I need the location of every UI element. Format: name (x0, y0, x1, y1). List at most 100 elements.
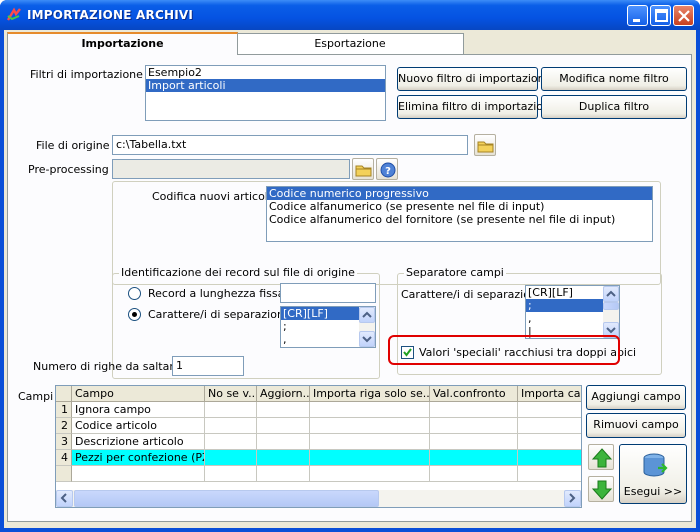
delete-filter-button[interactable]: Elimina filtro di importazione (397, 95, 557, 119)
browse-source-button[interactable] (474, 134, 496, 156)
list-item[interactable]: Esempio2 (146, 66, 385, 79)
tab-importazione[interactable]: Importazione (7, 32, 238, 55)
table-cell[interactable] (430, 434, 518, 450)
table-cell[interactable] (518, 418, 581, 434)
table-cell[interactable] (205, 450, 257, 466)
table-cell[interactable]: Codice articolo (72, 418, 205, 434)
vertical-scrollbar[interactable] (603, 286, 619, 338)
column-header[interactable]: No se v... (205, 386, 257, 402)
scroll-down-arrow[interactable] (359, 331, 375, 347)
scroll-thumb[interactable] (603, 302, 619, 310)
scroll-left-arrow[interactable] (56, 490, 73, 507)
separator-radio[interactable] (128, 308, 141, 321)
table-cell[interactable] (430, 450, 518, 466)
import-panel: Filtri di importazione : Esempio2 Import… (7, 54, 692, 522)
table-cell[interactable] (257, 418, 310, 434)
table-cell[interactable] (430, 402, 518, 418)
list-item[interactable]: Codice alfanumerico del fornitore (se pr… (267, 213, 652, 226)
table-cell[interactable] (205, 466, 257, 482)
title-bar[interactable]: IMPORTAZIONE ARCHIVI (0, 0, 700, 30)
list-item[interactable]: ; (526, 299, 603, 312)
table-cell[interactable] (310, 418, 430, 434)
app-icon (6, 7, 21, 21)
table-cell[interactable] (310, 434, 430, 450)
app-window: IMPORTAZIONE ARCHIVI Importazione Esport… (0, 0, 700, 532)
record-separator-list[interactable]: [CR][LF] ; , (280, 306, 376, 348)
column-header[interactable]: Importa ca (518, 386, 581, 402)
table-cell[interactable]: Descrizione articolo (72, 434, 205, 450)
table-cell[interactable] (310, 450, 430, 466)
list-item[interactable]: Codice alfanumerico (se presente nel fil… (267, 200, 652, 213)
table-cell[interactable] (205, 434, 257, 450)
row-number[interactable]: 4 (56, 450, 72, 466)
list-item[interactable]: [CR][LF] (526, 286, 603, 299)
folder-icon (477, 141, 494, 153)
table-cell[interactable] (205, 402, 257, 418)
vertical-scrollbar[interactable] (359, 307, 375, 347)
table-cell[interactable] (72, 466, 205, 482)
table-cell[interactable]: Ignora campo (72, 402, 205, 418)
chevron-left-icon (60, 493, 67, 503)
help-preprocessing-button[interactable]: ? (376, 158, 398, 180)
encoding-list[interactable]: Codice numerico progressivo Codice alfan… (266, 186, 653, 242)
help-icon: ? (380, 162, 396, 178)
annotation-highlight (388, 335, 620, 365)
source-file-input[interactable]: c:\Tabella.txt (112, 135, 468, 155)
tab-esportazione[interactable]: Esportazione (236, 33, 464, 54)
scroll-thumb[interactable] (74, 490, 379, 507)
move-up-button[interactable] (588, 444, 614, 470)
row-number[interactable] (56, 466, 72, 482)
row-number[interactable]: 3 (56, 434, 72, 450)
list-item[interactable]: Codice numerico progressivo (267, 187, 652, 200)
minimize-icon (633, 19, 640, 22)
fixed-length-input[interactable] (280, 283, 376, 303)
row-number[interactable]: 1 (56, 402, 72, 418)
table-cell[interactable] (257, 434, 310, 450)
filters-list[interactable]: Esempio2 Import articoli (145, 65, 386, 121)
rename-filter-button[interactable]: Modifica nome filtro (541, 67, 687, 91)
fixed-length-radio[interactable] (128, 287, 141, 300)
fields-grid[interactable]: Campo No se v... Aggiorn... Importa riga… (55, 385, 582, 508)
filters-label: Filtri di importazione : (30, 68, 151, 81)
minimize-button[interactable] (627, 5, 648, 26)
table-cell[interactable] (518, 450, 581, 466)
list-item[interactable]: [CR][LF] (281, 307, 359, 320)
table-cell[interactable] (257, 402, 310, 418)
table-cell[interactable] (310, 402, 430, 418)
remove-field-button[interactable]: Rimuovi campo (586, 413, 686, 438)
table-cell[interactable] (518, 402, 581, 418)
skip-rows-input[interactable]: 1 (172, 356, 244, 376)
close-button[interactable] (673, 5, 694, 26)
row-number[interactable]: 2 (56, 418, 72, 434)
column-header[interactable]: Aggiorn... (257, 386, 310, 402)
scroll-up-arrow[interactable] (359, 307, 375, 323)
table-cell[interactable] (430, 418, 518, 434)
close-icon (678, 10, 690, 22)
table-cell[interactable] (205, 418, 257, 434)
column-header[interactable]: Val.confronto (430, 386, 518, 402)
column-header[interactable]: Campo (72, 386, 205, 402)
table-cell[interactable] (518, 466, 581, 482)
field-separator-list[interactable]: [CR][LF] ; , | (525, 285, 620, 339)
duplicate-filter-button[interactable]: Duplica filtro (541, 95, 687, 119)
scroll-right-arrow[interactable] (564, 490, 581, 507)
table-cell[interactable]: Pezzi per confezione (PZ... (72, 450, 205, 466)
horizontal-scrollbar[interactable] (56, 490, 581, 507)
new-filter-button[interactable]: Nuovo filtro di importazione (397, 67, 551, 91)
table-cell[interactable] (310, 466, 430, 482)
list-item[interactable]: Import articoli (146, 79, 385, 92)
scroll-up-arrow[interactable] (603, 286, 619, 302)
preprocessing-input[interactable] (112, 159, 350, 179)
add-field-button[interactable]: Aggiungi campo (586, 385, 686, 410)
table-cell[interactable] (430, 466, 518, 482)
browse-preprocessing-button[interactable] (352, 158, 374, 180)
run-button[interactable]: Esegui >> (619, 444, 687, 504)
table-cell[interactable] (257, 450, 310, 466)
chevron-down-icon (362, 336, 372, 343)
table-cell[interactable] (518, 434, 581, 450)
column-header[interactable]: Importa riga solo se... (310, 386, 430, 402)
tab-label: Esportazione (314, 37, 386, 50)
table-cell[interactable] (257, 466, 310, 482)
move-down-button[interactable] (588, 476, 614, 502)
maximize-button[interactable] (650, 5, 671, 26)
